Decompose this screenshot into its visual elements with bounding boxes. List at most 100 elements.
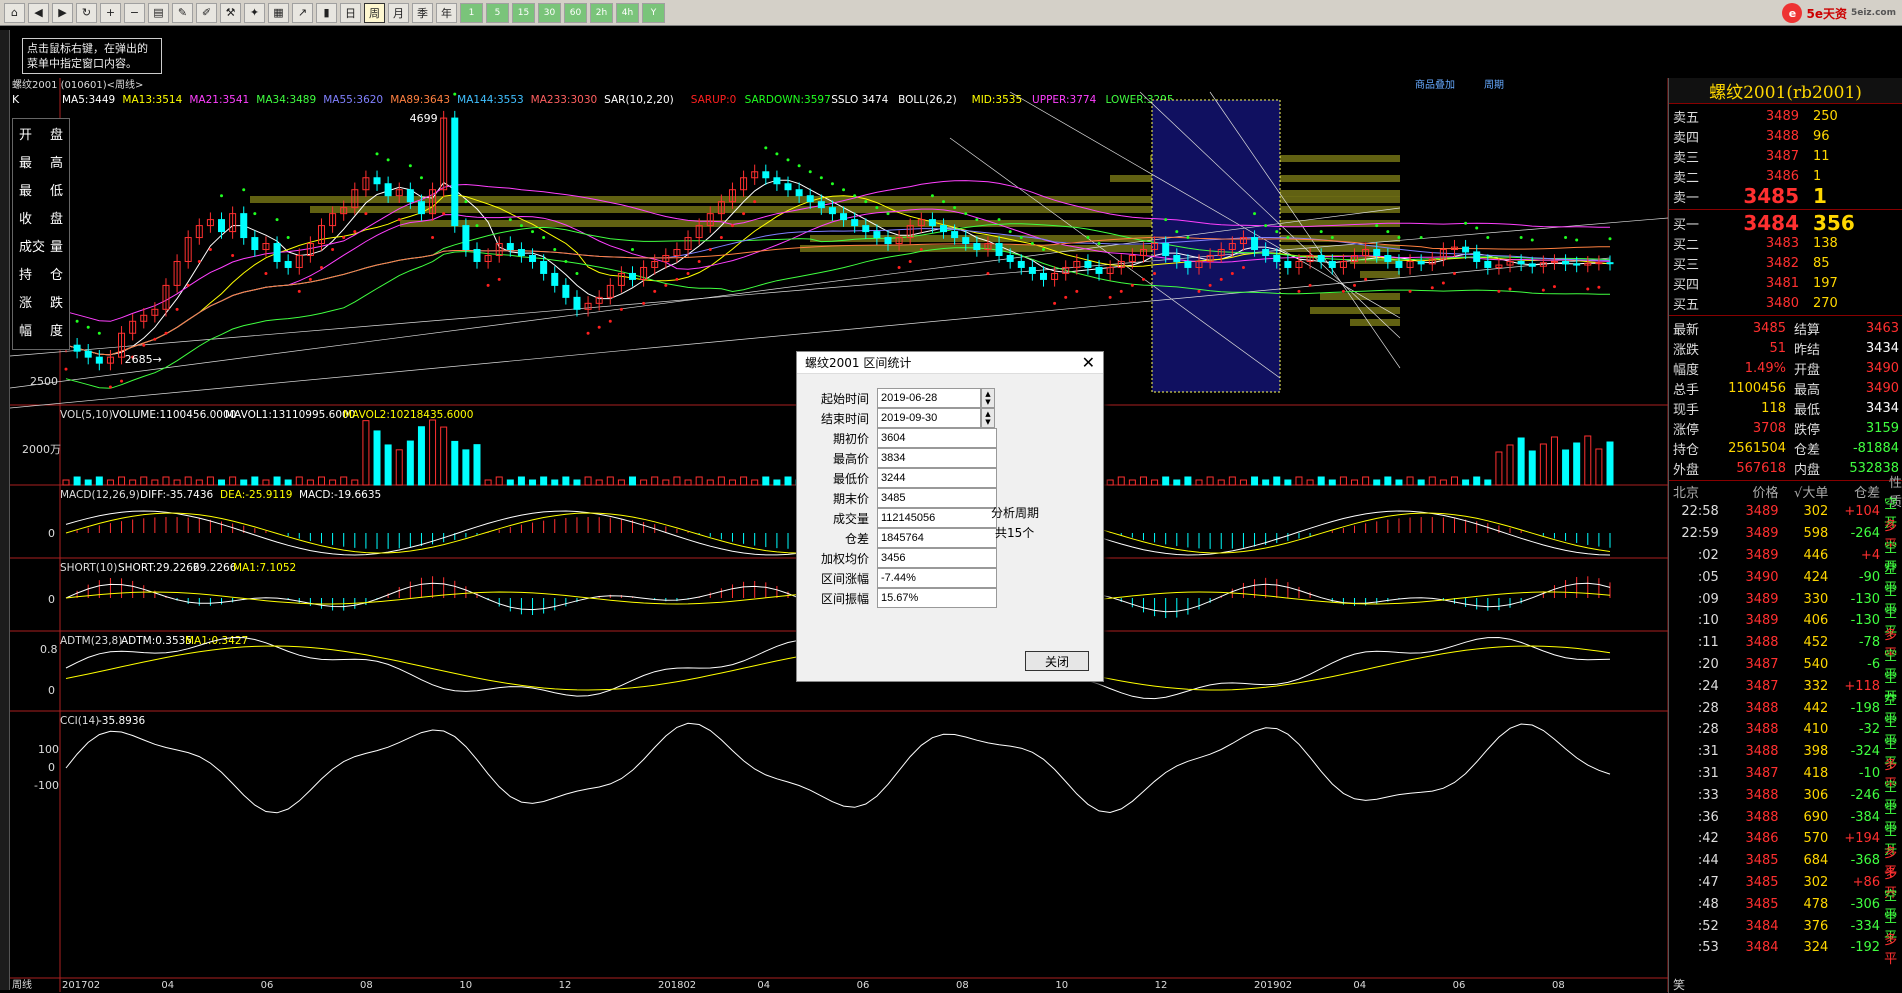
tick-row[interactable]: :31 3487 418 -10 多平 [1669, 758, 1902, 792]
dialog-field-input[interactable] [877, 428, 997, 448]
dialog-titlebar[interactable]: 螺纹2001 区间统计 ✕ [797, 352, 1103, 374]
dialog-field-input[interactable] [877, 588, 997, 608]
week-icon[interactable]: 周 [364, 2, 385, 23]
order-book-row: 买四 3481 197 [1669, 273, 1902, 293]
period-button-4[interactable]: 60 [564, 2, 587, 23]
chart-icon[interactable]: ▤ [148, 2, 169, 23]
date-spinner-icon[interactable]: ▲ ▼ [981, 388, 995, 408]
trend-icon[interactable]: ↗ [292, 2, 313, 23]
dialog-field-input[interactable] [877, 548, 997, 568]
date-spinner-icon[interactable]: ▲ ▼ [981, 408, 995, 428]
left-tab-strip[interactable] [0, 30, 10, 990]
tick-header-cell: 仓差 [1854, 485, 1881, 501]
dialog-field-input[interactable] [877, 468, 997, 488]
tick-row[interactable]: :10 3489 406 -130 空平 [1669, 606, 1902, 640]
tick-row[interactable]: :31 3488 398 -324 空平 [1669, 737, 1902, 771]
sar-dot [1153, 271, 1157, 275]
tick-row[interactable]: :05 3490 424 -90 空平 [1669, 562, 1902, 596]
sar-dot [786, 158, 790, 162]
quote-stats: 最新 3485 结算 3463 涨跌 51 昨结 3434 幅度 1.49% 开盘 3490 总手 110… [1669, 316, 1902, 481]
tick-row[interactable]: :11 3488 452 -78 多平 [1669, 628, 1902, 662]
k-label: K [12, 93, 20, 106]
tick-row[interactable]: :24 3487 332 +118 空开 [1669, 671, 1902, 705]
legend-key: 开 [19, 127, 33, 143]
forward-icon[interactable]: ▶ [52, 2, 73, 23]
brand-logo: e 5e天资 5eiz.com [1782, 2, 1896, 24]
wrench-icon[interactable]: ⚒ [220, 2, 241, 23]
volume-bar [362, 420, 370, 486]
sar-dot [697, 259, 701, 263]
period-button: 周期 [1484, 79, 1504, 91]
ma-legend-item: SARUP:0 [691, 94, 737, 106]
back-icon[interactable]: ◀ [28, 2, 49, 23]
tick-row[interactable]: :09 3489 330 -130 空平 [1669, 584, 1902, 618]
period-button-5[interactable]: 2h [590, 2, 613, 23]
tick-cell: 3489 [1745, 591, 1779, 607]
candle-body [562, 284, 570, 298]
tick-row[interactable]: :36 3488 690 -384 空平 [1669, 802, 1902, 836]
period-button-2[interactable]: 15 [512, 2, 535, 23]
table-icon[interactable]: ▦ [268, 2, 289, 23]
period-button-0[interactable]: 1 [460, 2, 483, 23]
tick-row[interactable]: :52 3484 376 -334 空平 [1669, 911, 1902, 945]
volume-bar [1395, 479, 1403, 486]
dialog-field-input[interactable] [877, 388, 981, 408]
close-button[interactable]: 关闭 [1025, 651, 1089, 671]
tick-row[interactable]: :48 3485 478 -306 空平 [1669, 889, 1902, 923]
bar-icon[interactable]: ▮ [316, 2, 337, 23]
zoom-in-icon[interactable]: + [100, 2, 121, 23]
month-icon[interactable]: 月 [388, 2, 409, 23]
dialog-field-input[interactable] [877, 408, 981, 428]
period-button-1[interactable]: 5 [486, 2, 509, 23]
contract-title: 螺纹2001(rb2001) [1669, 78, 1902, 104]
tick-list[interactable]: 22:58 3489 302 +104 空开 22:59 3489 598 -264 多平:02 3… [1669, 497, 1902, 967]
tick-row[interactable]: :53 3484 324 -192 多平 [1669, 933, 1902, 967]
tick-row[interactable]: :47 3485 302 +86 多开 [1669, 867, 1902, 901]
period-button-7[interactable]: Y [642, 2, 665, 23]
tick-row[interactable]: :02 3489 446 +4 空开 [1669, 541, 1902, 575]
volume-bar [417, 426, 425, 486]
period-button-3[interactable]: 30 [538, 2, 561, 23]
close-icon[interactable]: ✕ [1082, 353, 1095, 372]
tick-row[interactable]: :28 3488 410 -32 空平 [1669, 715, 1902, 749]
tick-row[interactable]: :28 3488 442 -198 空平 [1669, 693, 1902, 727]
tick-cell: 398 [1803, 744, 1829, 760]
zoom-out-icon[interactable]: − [124, 2, 145, 23]
dialog-field-input[interactable] [877, 568, 997, 588]
dialog-field-input[interactable] [877, 528, 997, 548]
season-icon[interactable]: 季 [412, 2, 433, 23]
tick-row[interactable]: 22:58 3489 302 +104 空开 [1669, 497, 1902, 531]
draw-icon[interactable]: ✎ [172, 2, 193, 23]
pen-icon[interactable]: ✐ [196, 2, 217, 23]
xaxis-tick: 08 [956, 980, 969, 991]
stat-cell: 涨停 [1673, 422, 1700, 438]
tick-cell: :28 [1697, 722, 1719, 738]
sar-dot [930, 194, 934, 198]
candle-body [1162, 243, 1170, 256]
dialog-field-input[interactable] [877, 508, 997, 528]
magic-icon[interactable]: ✦ [244, 2, 265, 23]
tick-row[interactable]: :42 3486 570 +194 空开 [1669, 824, 1902, 858]
tick-row[interactable]: :33 3488 306 -246 空平 [1669, 780, 1902, 814]
tick-row[interactable]: :20 3487 540 -6 空平 [1669, 649, 1902, 683]
dialog-field-input[interactable] [877, 488, 997, 508]
stat-cell: 3434 [1865, 400, 1899, 416]
refresh-icon[interactable]: ↻ [76, 2, 97, 23]
day-icon[interactable]: 日 [340, 2, 361, 23]
interval-stats-dialog[interactable]: 螺纹2001 区间统计 ✕ 起始时间 ▲▼ 结束时间 ▲▼ 期初价最高价最低价期末价成交量… [796, 351, 1104, 682]
candle-body [1006, 255, 1014, 262]
right-click-tip: 点击鼠标右键，在弹出的 菜单中指定窗口内容。 [22, 38, 162, 74]
vol-label: VOL(5,10) [60, 409, 113, 421]
period-button-6[interactable]: 4h [616, 2, 639, 23]
tick-row[interactable]: :44 3485 684 -368 多平 [1669, 846, 1902, 880]
stat-cell: 51 [1769, 340, 1786, 356]
year-icon[interactable]: 年 [436, 2, 457, 23]
xaxis-tick: 06 [261, 980, 274, 991]
dialog-field-input[interactable] [877, 448, 997, 468]
tick-row[interactable]: 22:59 3489 598 -264 多平 [1669, 519, 1902, 553]
sar-dot [542, 236, 546, 240]
candle-body [517, 249, 525, 257]
home-icon[interactable]: ⌂ [4, 2, 25, 23]
sar-dot [842, 188, 846, 192]
volume-bar [617, 479, 625, 486]
